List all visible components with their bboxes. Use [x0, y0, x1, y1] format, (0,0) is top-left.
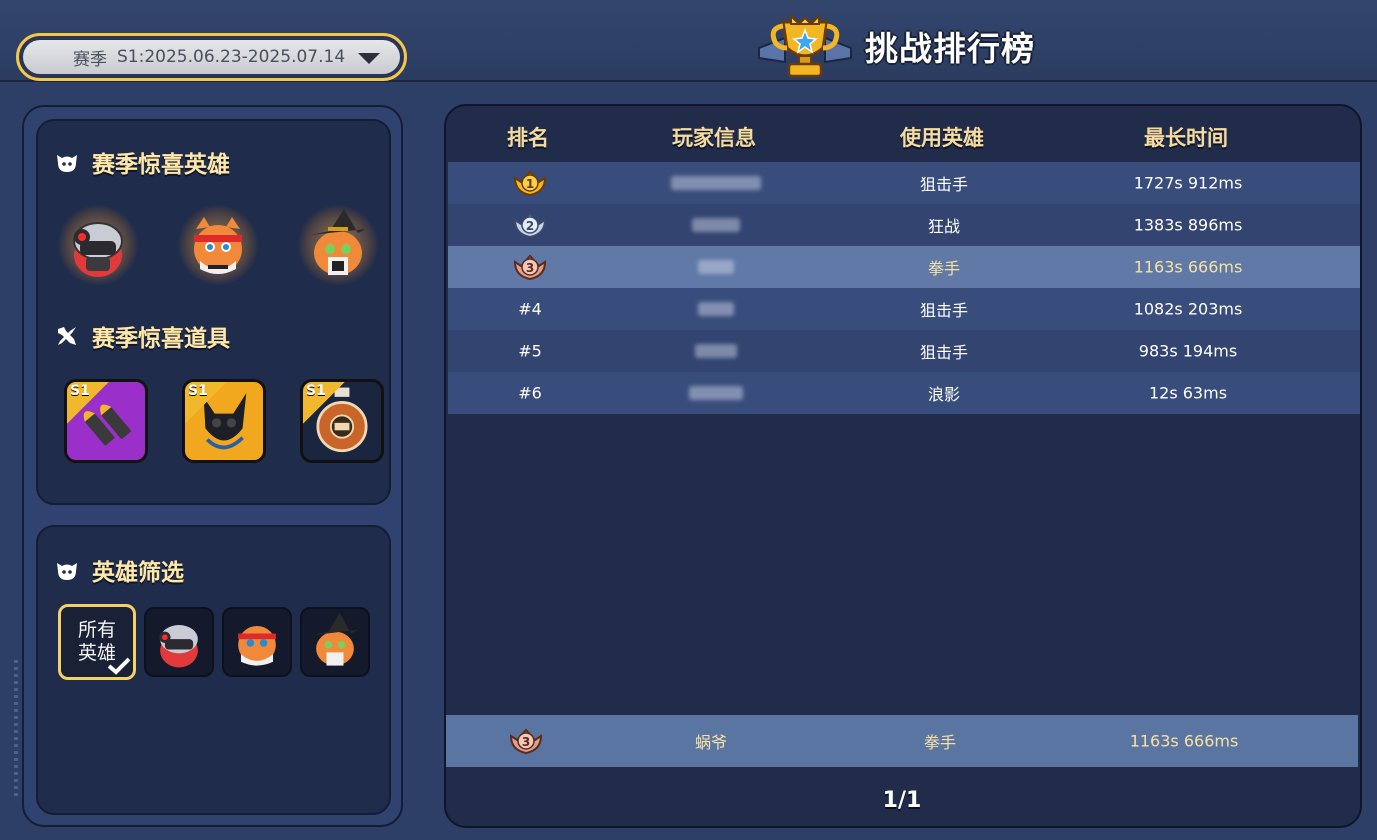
tools-icon	[58, 327, 76, 345]
svg-text:3: 3	[522, 735, 530, 749]
time-cell: 1082s 203ms	[1133, 299, 1243, 319]
item-mask[interactable]: S1	[182, 379, 266, 463]
svg-text:2: 2	[526, 219, 534, 233]
hero-witch-portrait[interactable]	[298, 205, 378, 285]
item-season-tag: S1	[306, 383, 326, 399]
season-surprise-card: 赛季惊喜英雄 赛季惊喜道具 S1 S1 S1	[36, 119, 391, 505]
hero-cell: 狙击手	[919, 175, 969, 194]
season-label: 赛季	[73, 49, 107, 70]
checkmark-icon	[107, 657, 131, 675]
surprise-heroes-title: 赛季惊喜英雄	[92, 152, 230, 178]
time-cell: 1727s 912ms	[1133, 173, 1243, 193]
hero-filter-card: 英雄筛选 所有 英雄	[36, 525, 391, 815]
hero-cell: 狙击手	[919, 301, 969, 320]
hero-cell: 浪影	[927, 385, 961, 404]
player-name-blurred	[689, 386, 743, 400]
player-name-blurred	[695, 344, 737, 358]
rank-cell: #5	[518, 341, 542, 361]
left-panel: 赛季惊喜英雄 赛季惊喜道具 S1 S1 S1 英雄筛选 所有 英雄	[22, 105, 403, 827]
rank-cell: #6	[518, 383, 542, 403]
header-hero: 使用英雄	[900, 126, 984, 150]
gold-medal-icon: 1	[513, 170, 547, 197]
bronze-medal-icon: 3	[513, 254, 547, 281]
hero-cell: 狂战	[927, 217, 961, 236]
hero-boxer-portrait[interactable]	[178, 205, 258, 285]
cat-head-icon	[57, 563, 77, 580]
silver-medal-icon: 2	[513, 212, 547, 239]
hero-filter-list: 所有 英雄	[58, 604, 370, 680]
chevron-down-icon[interactable]	[358, 53, 380, 64]
table-row-current-player[interactable]: 3 拳手 1163s 666ms	[448, 246, 1360, 288]
rank-cell: #4	[518, 299, 542, 319]
season-dropdown[interactable]: 赛季 S1:2025.06.23-2025.07.14	[16, 33, 407, 81]
title-area: 挑战排行榜	[755, 12, 1035, 80]
page-title: 挑战排行榜	[865, 29, 1035, 68]
item-potion[interactable]: S1	[300, 379, 384, 463]
top-bar: 赛季 S1:2025.06.23-2025.07.14 挑战排行榜	[0, 0, 1377, 82]
time-cell: 1383s 896ms	[1133, 215, 1243, 235]
table-row[interactable]: 1 狙击手 1727s 912ms	[448, 162, 1360, 204]
player-name-blurred	[692, 218, 740, 232]
my-rank-row[interactable]: 3 蜗爷 拳手 1163s 666ms	[446, 715, 1358, 767]
filter-all-heroes[interactable]: 所有 英雄	[58, 604, 136, 680]
surprise-items-heading: 赛季惊喜道具	[54, 319, 230, 353]
time-cell: 983s 194ms	[1138, 341, 1238, 361]
table-row[interactable]: #6 浪影 12s 63ms	[448, 372, 1360, 414]
table-header: 排名 玩家信息 使用英雄 最长时间	[446, 106, 1360, 162]
svg-text:3: 3	[526, 261, 534, 275]
page-indicator: 1/1	[882, 788, 922, 813]
hero-sniper-portrait[interactable]	[58, 205, 138, 285]
my-hero: 拳手	[923, 733, 957, 752]
surprise-hero-list	[58, 205, 378, 285]
svg-text:1: 1	[526, 177, 534, 191]
time-cell: 1163s 666ms	[1133, 257, 1243, 277]
surprise-heroes-heading: 赛季惊喜英雄	[54, 145, 230, 179]
table-row[interactable]: #4 狙击手 1082s 203ms	[448, 288, 1360, 330]
player-name-blurred	[698, 302, 734, 316]
player-name-blurred	[698, 260, 734, 274]
trophy-icon	[758, 13, 852, 78]
player-name-blurred	[671, 176, 761, 190]
hero-filter-heading: 英雄筛选	[54, 553, 184, 587]
table-row[interactable]: #5 狙击手 983s 194ms	[448, 330, 1360, 372]
hero-filter-title: 英雄筛选	[92, 560, 184, 586]
table-row[interactable]: 2 狂战 1383s 896ms	[448, 204, 1360, 246]
header-time: 最长时间	[1144, 126, 1228, 150]
item-season-tag: S1	[70, 383, 90, 399]
surprise-item-list: S1 S1 S1	[64, 379, 384, 463]
item-bullets[interactable]: S1	[64, 379, 148, 463]
hero-cell: 狙击手	[919, 343, 969, 362]
surprise-items-title: 赛季惊喜道具	[92, 326, 230, 352]
filter-hero-boxer[interactable]	[222, 607, 292, 677]
bronze-medal-icon: 3	[509, 728, 543, 755]
decorative-dots	[14, 660, 18, 800]
cat-head-icon	[57, 155, 77, 172]
my-player-name: 蜗爷	[694, 733, 728, 752]
my-time: 1163s 666ms	[1129, 731, 1239, 751]
filter-hero-sniper[interactable]	[144, 607, 214, 677]
header-player: 玩家信息	[672, 126, 756, 150]
filter-hero-witch[interactable]	[300, 607, 370, 677]
leaderboard-panel: 排名 玩家信息 使用英雄 最长时间 1 狙击手 1727s 912ms 2 狂战…	[444, 104, 1362, 828]
hero-cell: 拳手	[927, 259, 961, 278]
item-season-tag: S1	[188, 383, 208, 399]
season-value: S1:2025.06.23-2025.07.14	[117, 47, 346, 67]
time-cell: 12s 63ms	[1148, 383, 1228, 403]
header-rank: 排名	[507, 126, 549, 150]
